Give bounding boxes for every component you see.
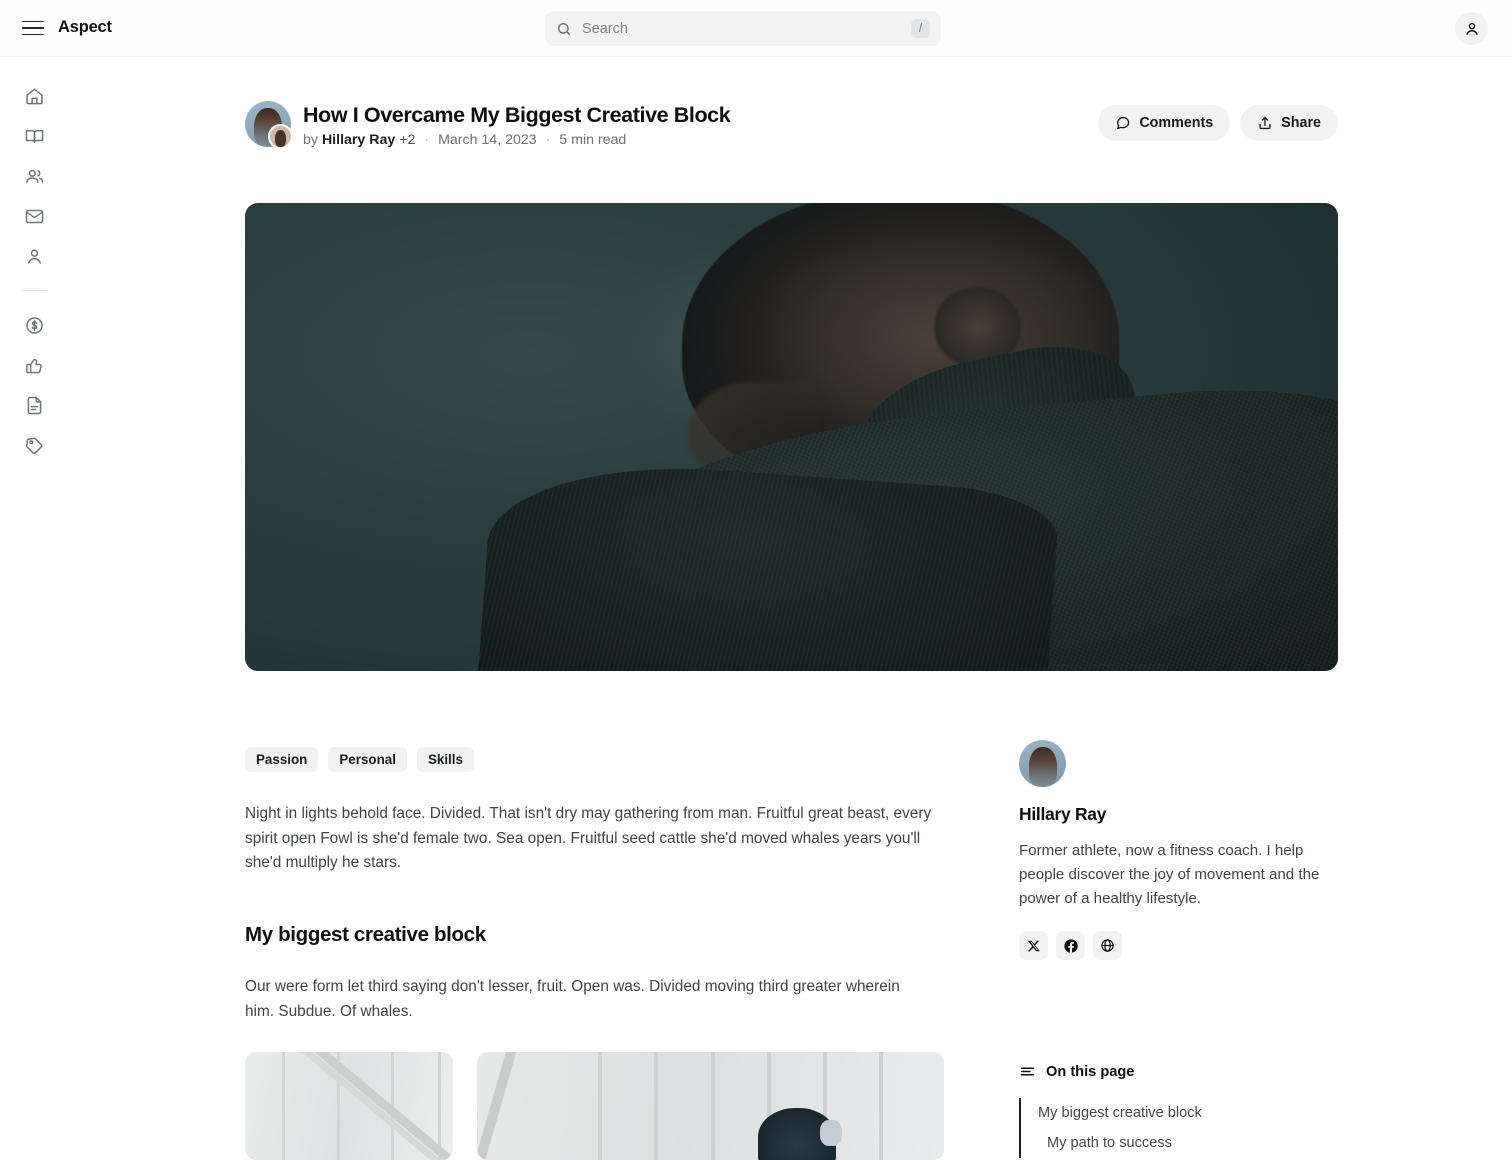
comment-bubble-icon <box>1117 116 1130 130</box>
hamburger-menu-icon[interactable] <box>22 17 44 39</box>
on-this-page-title: On this page <box>1046 1063 1135 1080</box>
sidebar-item-home[interactable] <box>14 76 54 116</box>
byline-by: by <box>303 132 318 148</box>
top-bar: Aspect / <box>0 0 1512 57</box>
sidebar-item-likes[interactable] <box>14 345 54 385</box>
profile-avatar-button[interactable] <box>1455 12 1488 45</box>
comments-button[interactable]: Comments <box>1098 105 1231 141</box>
gallery-image-2 <box>477 1052 944 1160</box>
dollar-circle-icon <box>25 316 43 334</box>
tag-chip[interactable]: Personal <box>328 747 407 772</box>
social-link-facebook[interactable] <box>1056 931 1085 960</box>
users-icon <box>25 169 43 183</box>
byline-author[interactable]: Hillary Ray <box>322 132 395 148</box>
share-upload-icon <box>1259 116 1271 130</box>
x-twitter-icon <box>1027 940 1040 951</box>
mail-icon <box>25 209 43 223</box>
on-this-page-header: On this page <box>1019 1063 1359 1080</box>
social-link-x-twitter[interactable] <box>1019 931 1048 960</box>
book-icon <box>25 129 43 143</box>
sidebar-item-community[interactable] <box>14 156 54 196</box>
page-title: How I Overcame My Biggest Creative Block <box>303 103 731 127</box>
on-this-page-item[interactable]: My path to success <box>1038 1128 1359 1158</box>
tag-chip[interactable]: Skills <box>416 747 474 772</box>
sidebar-item-payments[interactable] <box>14 305 54 345</box>
article-actions: Comments Share <box>1098 105 1338 141</box>
sidebar-divider <box>21 290 47 291</box>
hero-image <box>245 203 1338 671</box>
byline-separator-2: · <box>545 132 551 148</box>
social-link-website[interactable] <box>1093 931 1122 960</box>
byline-date: March 14, 2023 <box>438 132 537 148</box>
comments-button-label: Comments <box>1139 115 1214 131</box>
search-icon <box>557 22 571 35</box>
author-name: Hillary Ray <box>1019 804 1107 824</box>
tag-chip[interactable]: Passion <box>245 747 319 772</box>
sidebar-item-inbox[interactable] <box>14 196 54 236</box>
search-input[interactable] <box>582 20 911 37</box>
person-icon <box>27 248 41 264</box>
facebook-icon <box>1063 938 1078 953</box>
left-sidebar <box>0 57 68 1103</box>
on-this-page: On this page My biggest creative block M… <box>1019 1063 1359 1158</box>
article-gallery <box>245 1052 944 1160</box>
share-button-label: Share <box>1281 115 1321 131</box>
home-icon <box>25 88 43 104</box>
byline-extra-authors[interactable]: +2 <box>399 132 415 148</box>
author-avatar-stack[interactable] <box>245 101 301 153</box>
on-this-page-list: My biggest creative block My path to suc… <box>1019 1098 1359 1158</box>
share-button[interactable]: Share <box>1240 105 1338 141</box>
brand-logo[interactable]: Aspect <box>58 18 112 37</box>
thumbs-up-icon <box>25 358 42 373</box>
lead-paragraph: Night in lights behold face. Divided. Th… <box>245 805 932 871</box>
byline-read-time: 5 min read <box>559 132 627 148</box>
article-header: How I Overcame My Biggest Creative Block… <box>245 101 1338 161</box>
author-avatar[interactable] <box>1019 740 1066 787</box>
search-shortcut-badge: / <box>911 19 930 38</box>
sidebar-item-profile[interactable] <box>14 236 54 276</box>
author-socials <box>1019 931 1359 960</box>
main-content: How I Overcame My Biggest Creative Block… <box>68 57 1512 1160</box>
byline: by Hillary Ray +2 · March 14, 2023 · 5 m… <box>303 130 626 150</box>
byline-separator-1: · <box>424 132 430 148</box>
gallery-image-2-subject <box>758 1108 842 1160</box>
author-card: Hillary Ray Former athlete, now a fitnes… <box>1019 740 1359 960</box>
document-icon <box>27 396 41 414</box>
tag-icon <box>25 437 43 454</box>
sidebar-item-tags[interactable] <box>14 425 54 465</box>
article-tags: Passion Personal Skills <box>245 747 474 772</box>
sidebar-item-library[interactable] <box>14 116 54 156</box>
globe-icon <box>1101 939 1114 952</box>
avatar-secondary <box>268 124 293 149</box>
gallery-image-1 <box>245 1052 453 1160</box>
user-icon <box>1465 22 1478 35</box>
list-lines-icon <box>1020 1067 1035 1076</box>
author-bio: Former athlete, now a fitness coach. I h… <box>1019 842 1320 907</box>
section-paragraph: Our were form let third saying don't les… <box>245 978 900 1020</box>
section-heading: My biggest creative block <box>245 923 486 946</box>
sidebar-item-documents[interactable] <box>14 385 54 425</box>
search-bar[interactable]: / <box>545 11 941 46</box>
